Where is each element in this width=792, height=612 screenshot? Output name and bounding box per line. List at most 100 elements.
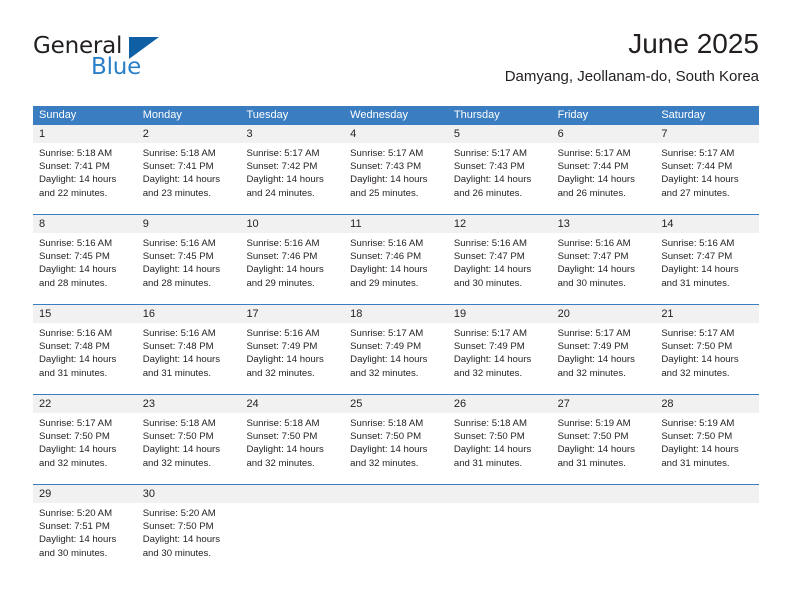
day-cell[interactable]: 12 Sunrise: 5:16 AM Sunset: 7:47 PM Dayl… xyxy=(447,215,552,304)
daylight-text-line1: Daylight: 14 hours xyxy=(661,444,739,456)
day-cell[interactable]: 5 Sunrise: 5:17 AM Sunset: 7:43 PM Dayli… xyxy=(447,125,552,214)
day-cell[interactable]: 4 Sunrise: 5:17 AM Sunset: 7:43 PM Dayli… xyxy=(344,125,448,214)
day-body xyxy=(448,503,552,507)
day-cell[interactable]: 30 Sunrise: 5:20 AM Sunset: 7:50 PM Dayl… xyxy=(136,485,241,574)
day-cell[interactable]: 1 Sunrise: 5:18 AM Sunset: 7:41 PM Dayli… xyxy=(33,125,137,214)
daylight-text-line2: and 30 minutes. xyxy=(453,277,523,289)
daylight-text-line1: Daylight: 14 hours xyxy=(557,354,635,366)
day-number: 7 xyxy=(661,128,668,140)
sunset-text: Sunset: 7:41 PM xyxy=(142,161,214,173)
day-body: Sunrise: 5:16 AM Sunset: 7:47 PM Dayligh… xyxy=(448,233,552,290)
day-body: Sunrise: 5:19 AM Sunset: 7:50 PM Dayligh… xyxy=(655,413,759,470)
day-number-row xyxy=(240,485,345,503)
sunrise-text: Sunrise: 5:16 AM xyxy=(39,328,113,339)
day-number-row: 28 xyxy=(655,395,760,413)
daylight-text-line2: and 22 minutes. xyxy=(39,187,108,199)
day-cell[interactable]: 21 Sunrise: 5:17 AM Sunset: 7:50 PM Dayl… xyxy=(655,305,760,394)
daylight-text-line2: and 31 minutes. xyxy=(661,277,730,289)
day-cell[interactable]: 29 Sunrise: 5:20 AM Sunset: 7:51 PM Dayl… xyxy=(33,485,137,574)
day-cell[interactable]: 8 Sunrise: 5:16 AM Sunset: 7:45 PM Dayli… xyxy=(33,215,137,304)
day-cell[interactable]: 27 Sunrise: 5:19 AM Sunset: 7:50 PM Dayl… xyxy=(551,395,656,484)
day-cell-empty xyxy=(655,485,760,574)
day-body: Sunrise: 5:16 AM Sunset: 7:48 PM Dayligh… xyxy=(33,323,137,380)
daylight-text-line1: Daylight: 14 hours xyxy=(39,354,117,366)
day-body: Sunrise: 5:19 AM Sunset: 7:50 PM Dayligh… xyxy=(552,413,656,470)
sunrise-text: Sunrise: 5:17 AM xyxy=(557,148,631,159)
daylight-text-line2: and 31 minutes. xyxy=(661,457,730,469)
day-number-row: 17 xyxy=(240,305,345,323)
day-cell[interactable]: 15 Sunrise: 5:16 AM Sunset: 7:48 PM Dayl… xyxy=(33,305,137,394)
week-row: 1 Sunrise: 5:18 AM Sunset: 7:41 PM Dayli… xyxy=(33,125,760,214)
day-cell[interactable]: 14 Sunrise: 5:16 AM Sunset: 7:47 PM Dayl… xyxy=(655,215,760,304)
day-cell[interactable]: 2 Sunrise: 5:18 AM Sunset: 7:41 PM Dayli… xyxy=(136,125,241,214)
page-title: June 2025 xyxy=(628,28,759,59)
daylight-text-line2: and 30 minutes. xyxy=(39,547,108,559)
daylight-text-line1: Daylight: 14 hours xyxy=(142,264,221,276)
day-number-row: 18 xyxy=(344,305,448,323)
sunrise-text: Sunrise: 5:19 AM xyxy=(557,418,631,429)
day-body: Sunrise: 5:16 AM Sunset: 7:47 PM Dayligh… xyxy=(552,233,656,290)
day-number: 28 xyxy=(661,398,674,410)
week-row: 15 Sunrise: 5:16 AM Sunset: 7:48 PM Dayl… xyxy=(33,304,760,394)
day-cell[interactable]: 10 Sunrise: 5:16 AM Sunset: 7:46 PM Dayl… xyxy=(240,215,345,304)
day-cell[interactable]: 16 Sunrise: 5:16 AM Sunset: 7:48 PM Dayl… xyxy=(136,305,241,394)
day-number-row: 23 xyxy=(136,395,241,413)
day-cell[interactable]: 28 Sunrise: 5:19 AM Sunset: 7:50 PM Dayl… xyxy=(655,395,760,484)
daylight-text-line2: and 25 minutes. xyxy=(350,187,419,199)
day-number: 3 xyxy=(246,128,253,140)
sunset-text: Sunset: 7:47 PM xyxy=(453,251,525,263)
daylight-text-line1: Daylight: 14 hours xyxy=(246,174,324,186)
day-cell[interactable]: 23 Sunrise: 5:18 AM Sunset: 7:50 PM Dayl… xyxy=(136,395,241,484)
day-cell[interactable]: 26 Sunrise: 5:18 AM Sunset: 7:50 PM Dayl… xyxy=(447,395,552,484)
sunset-text: Sunset: 7:50 PM xyxy=(246,431,318,443)
day-number-row: 15 xyxy=(33,305,137,323)
day-cell[interactable]: 7 Sunrise: 5:17 AM Sunset: 7:44 PM Dayli… xyxy=(655,125,760,214)
sunrise-text: Sunrise: 5:16 AM xyxy=(350,238,424,249)
daylight-text-line1: Daylight: 14 hours xyxy=(557,444,635,456)
day-cell[interactable]: 20 Sunrise: 5:17 AM Sunset: 7:49 PM Dayl… xyxy=(551,305,656,394)
daylight-text-line2: and 31 minutes. xyxy=(453,457,523,469)
day-number-row: 25 xyxy=(344,395,448,413)
day-cell[interactable]: 13 Sunrise: 5:16 AM Sunset: 7:47 PM Dayl… xyxy=(551,215,656,304)
day-number: 29 xyxy=(39,488,52,500)
daylight-text-line2: and 31 minutes. xyxy=(142,367,211,379)
day-body: Sunrise: 5:16 AM Sunset: 7:47 PM Dayligh… xyxy=(655,233,759,290)
daylight-text-line2: and 31 minutes. xyxy=(557,457,626,469)
day-body: Sunrise: 5:18 AM Sunset: 7:41 PM Dayligh… xyxy=(33,143,137,200)
day-number-row: 29 xyxy=(33,485,137,503)
day-cell[interactable]: 18 Sunrise: 5:17 AM Sunset: 7:49 PM Dayl… xyxy=(344,305,448,394)
day-number-row: 19 xyxy=(447,305,552,323)
daylight-text-line2: and 30 minutes. xyxy=(142,547,211,559)
weekday-header-sunday: Sunday xyxy=(39,109,77,121)
day-cell[interactable]: 9 Sunrise: 5:16 AM Sunset: 7:45 PM Dayli… xyxy=(136,215,241,304)
daylight-text-line2: and 32 minutes. xyxy=(557,367,626,379)
daylight-text-line1: Daylight: 14 hours xyxy=(661,354,739,366)
day-body: Sunrise: 5:18 AM Sunset: 7:50 PM Dayligh… xyxy=(137,413,241,470)
day-cell[interactable]: 11 Sunrise: 5:16 AM Sunset: 7:46 PM Dayl… xyxy=(344,215,448,304)
day-number-row: 20 xyxy=(551,305,656,323)
daylight-text-line2: and 32 minutes. xyxy=(39,457,108,469)
day-cell[interactable]: 22 Sunrise: 5:17 AM Sunset: 7:50 PM Dayl… xyxy=(33,395,137,484)
day-number: 13 xyxy=(557,218,570,230)
daylight-text-line1: Daylight: 14 hours xyxy=(661,174,739,186)
day-number: 9 xyxy=(142,218,149,230)
daylight-text-line2: and 24 minutes. xyxy=(246,187,315,199)
sunset-text: Sunset: 7:50 PM xyxy=(142,431,214,443)
day-cell[interactable]: 17 Sunrise: 5:16 AM Sunset: 7:49 PM Dayl… xyxy=(240,305,345,394)
sunrise-text: Sunrise: 5:20 AM xyxy=(142,508,216,519)
day-number: 23 xyxy=(142,398,155,410)
sunrise-text: Sunrise: 5:16 AM xyxy=(39,238,113,249)
day-cell[interactable]: 19 Sunrise: 5:17 AM Sunset: 7:49 PM Dayl… xyxy=(447,305,552,394)
sunset-text: Sunset: 7:50 PM xyxy=(661,431,733,443)
day-cell[interactable]: 3 Sunrise: 5:17 AM Sunset: 7:42 PM Dayli… xyxy=(240,125,345,214)
day-cell[interactable]: 6 Sunrise: 5:17 AM Sunset: 7:44 PM Dayli… xyxy=(551,125,656,214)
day-body: Sunrise: 5:17 AM Sunset: 7:49 PM Dayligh… xyxy=(344,323,448,380)
sunrise-text: Sunrise: 5:18 AM xyxy=(453,418,527,429)
daylight-text-line2: and 29 minutes. xyxy=(350,277,419,289)
day-cell[interactable]: 24 Sunrise: 5:18 AM Sunset: 7:50 PM Dayl… xyxy=(240,395,345,484)
day-cell[interactable]: 25 Sunrise: 5:18 AM Sunset: 7:50 PM Dayl… xyxy=(344,395,448,484)
day-number-row: 2 xyxy=(136,125,241,143)
sunrise-text: Sunrise: 5:16 AM xyxy=(661,238,735,249)
weekday-header-wednesday: Wednesday xyxy=(350,109,409,121)
sunset-text: Sunset: 7:47 PM xyxy=(661,251,733,263)
